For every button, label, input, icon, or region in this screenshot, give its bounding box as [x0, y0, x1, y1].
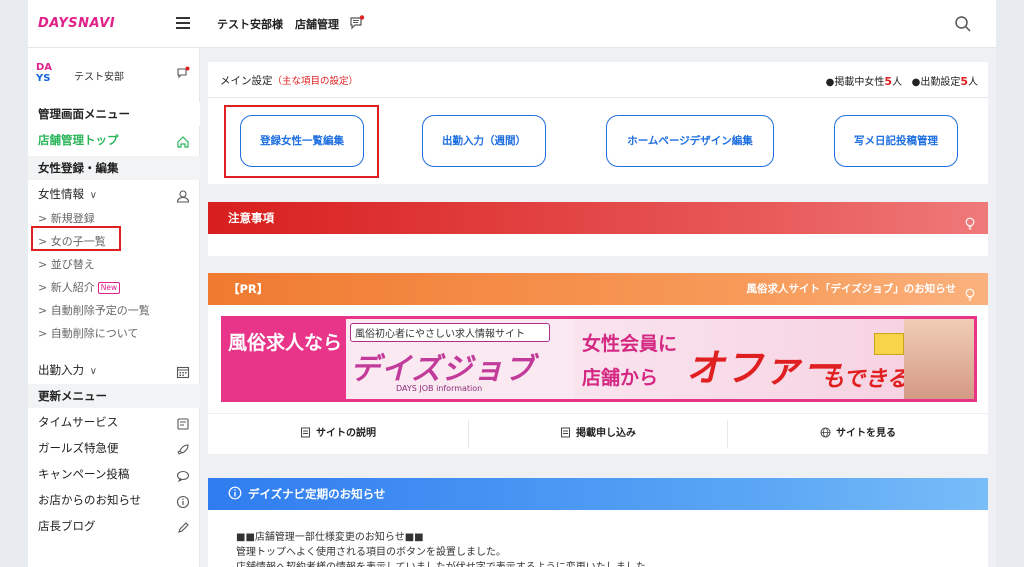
notice-line: 店舗情報へ契約者様の情報を表示していましたが伏せ字で表示するように変更いたしまし… [236, 558, 656, 567]
ad-photo [904, 319, 974, 399]
sidebar-subitem-auto-delete-about[interactable]: > 自動削除について [38, 325, 138, 341]
notice-banner: デイズナビ定期のお知らせ [208, 478, 988, 510]
daysnavi-logo[interactable]: DAYSNAVI [38, 16, 115, 31]
pr-subtitle: 風俗求人サイト「デイズジョブ」のお知らせ [746, 283, 956, 295]
document-icon [300, 416, 311, 438]
main-settings-header: メイン設定（主な項目の設定） ●掲載中女性5人 ●出勤設定5人 [208, 62, 988, 98]
new-badge: New [97, 282, 121, 294]
notification-icon[interactable] [176, 65, 190, 79]
chat-icon[interactable] [349, 15, 365, 31]
caution-banner: 注意事項 [208, 202, 988, 234]
header-username: テスト安部様 [217, 18, 283, 31]
user-icon [176, 187, 190, 203]
section-update-menu: 更新メニュー [28, 384, 200, 408]
sidebar-item-shop-news[interactable]: お店からのお知らせ [28, 488, 200, 512]
chevron-down-icon: ∨ [89, 190, 97, 201]
sidebar-item-campaign-post[interactable]: キャンペーン投稿 [28, 462, 200, 486]
sidebar: DA YS テスト安部 管理画面メニュー 店舗管理トップ 女性登録・編集 女性情… [28, 48, 200, 567]
main-settings-buttons: 登録女性一覧編集 出勤入力（週間） ホームページデザイン編集 写メ日記投稿管理 [208, 98, 988, 184]
sidebar-subitem-auto-delete-list[interactable]: > 自動削除予定の一覧 [38, 302, 150, 318]
photo-diary-button[interactable]: 写メ日記投稿管理 [834, 115, 958, 167]
sidebar-item-time-service[interactable]: タイムサービス [28, 410, 200, 434]
chevron-down-icon: ∨ [89, 366, 97, 377]
ad-daysjob-logo: 風俗初心者にやさしい求人情報サイト デイズジョブ DAYS JOB inform… [350, 323, 570, 397]
ad-offer-area: 女性会員に 店舗から オファー もできる!! [574, 319, 974, 399]
notice-line: 管理トップへよく使用される項目のボタンを設置しました。 [236, 547, 506, 558]
section-girls-register: 女性登録・編集 [28, 156, 200, 180]
sidebar-subitem-reorder[interactable]: > 並び替え [38, 256, 95, 272]
sidebar-item-attendance[interactable]: 出勤入力 ∨ [28, 358, 200, 382]
sidebar-subitem-newcomer[interactable]: > 新人紹介 New [38, 279, 121, 295]
pr-banner: 【PR】 風俗求人サイト「デイズジョブ」のお知らせ [208, 273, 988, 305]
calendar-icon [176, 363, 190, 379]
ad-left-text: 風俗求人なら [224, 319, 346, 399]
header-shop-label: 店舗管理 [295, 18, 339, 31]
avatar: DA YS [36, 62, 53, 84]
info-icon [176, 493, 190, 509]
pr-links-bar: サイトの説明 掲載申し込み サイトを見る [208, 414, 988, 454]
site-description-link[interactable]: サイトの説明 [208, 414, 468, 454]
sidebar-username: テスト安部 [74, 72, 124, 83]
homepage-design-button[interactable]: ホームページデザイン編集 [606, 115, 774, 167]
timer-icon [176, 415, 190, 430]
main-settings-title: メイン設定（主な項目の設定） [220, 75, 359, 87]
highlight-girl-list [31, 226, 121, 251]
notice-line: ■■店舗管理一部仕様変更のお知らせ■■ [236, 532, 424, 543]
top-header: DAYSNAVI テスト安部様 店舗管理 [28, 0, 996, 48]
pencil-icon [176, 519, 190, 533]
lightbulb-icon [964, 282, 976, 301]
speech-bubble-icon [176, 467, 190, 483]
sidebar-item-manager-blog[interactable]: 店長ブログ [28, 514, 200, 538]
home-icon [176, 133, 190, 148]
admin-menu-title: 管理画面メニュー [28, 102, 200, 126]
globe-icon [820, 416, 831, 438]
highlight-edit-girls [224, 105, 379, 178]
listing-application-link[interactable]: 掲載申し込み [469, 414, 727, 454]
sidebar-subitem-new-register[interactable]: > 新規登録 [38, 210, 95, 226]
sidebar-item-girl-info[interactable]: 女性情報 ∨ [28, 182, 200, 206]
search-icon[interactable] [954, 15, 972, 33]
lightbulb-icon [964, 211, 976, 230]
app-window: DAYSNAVI テスト安部様 店舗管理 DA YS テスト安部 管理画面メニュ… [28, 0, 996, 567]
caution-panel [208, 234, 988, 256]
sidebar-item-shop-top[interactable]: 店舗管理トップ [28, 128, 200, 152]
envelope-icon [874, 333, 904, 355]
sidebar-item-girls-express[interactable]: ガールズ特急便 [28, 436, 200, 460]
hamburger-icon[interactable] [176, 17, 190, 29]
daysjob-ad-banner[interactable]: 風俗求人なら 風俗初心者にやさしい求人情報サイト デイズジョブ DAYS JOB… [221, 316, 977, 402]
view-site-link[interactable]: サイトを見る [728, 414, 988, 454]
weekly-attendance-button[interactable]: 出勤入力（週間） [422, 115, 546, 167]
document-icon [560, 416, 571, 438]
info-icon [228, 480, 242, 500]
registration-stats: ●掲載中女性5人 ●出勤設定5人 [825, 75, 978, 88]
rocket-icon [176, 441, 190, 455]
